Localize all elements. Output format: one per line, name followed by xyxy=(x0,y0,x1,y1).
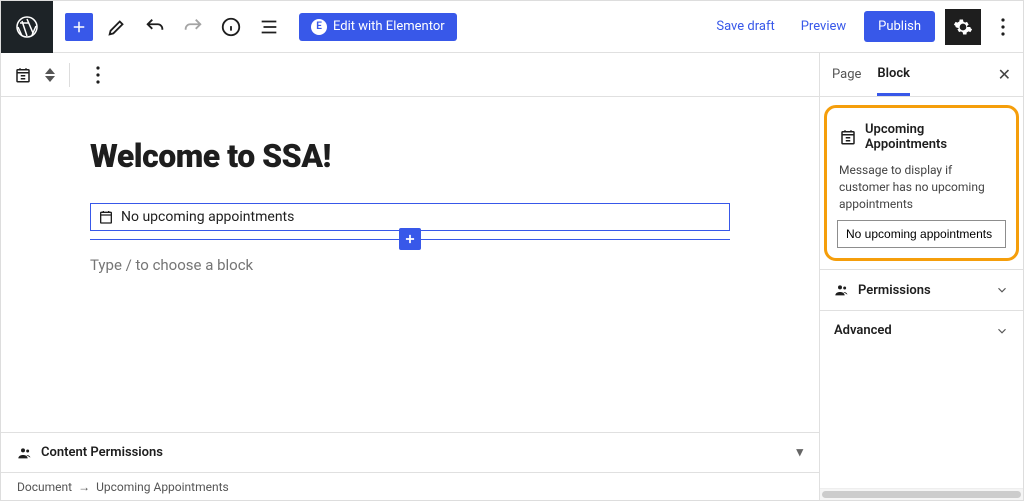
breadcrumb-leaf[interactable]: Upcoming Appointments xyxy=(96,480,229,494)
block-settings-title: Upcoming Appointments xyxy=(865,122,1004,152)
tab-block[interactable]: Block xyxy=(877,54,910,96)
block-settings-panel: Upcoming Appointments Message to display… xyxy=(824,105,1019,261)
field-label: Message to display if customer has no up… xyxy=(837,162,1006,220)
content-permissions-label: Content Permissions xyxy=(41,445,163,460)
preview-button[interactable]: Preview xyxy=(793,13,854,40)
block-options-button[interactable] xyxy=(84,61,112,89)
no-appointments-message-input[interactable] xyxy=(837,220,1006,248)
page-title[interactable]: Welcome to SSA! xyxy=(90,137,730,175)
redo-button[interactable] xyxy=(175,9,211,45)
content-permissions-panel[interactable]: Content Permissions ▾ xyxy=(1,432,819,472)
undo-button[interactable] xyxy=(137,9,173,45)
edit-with-elementor-button[interactable]: E Edit with Elementor xyxy=(299,13,457,41)
publish-button[interactable]: Publish xyxy=(864,11,935,42)
calendar-icon xyxy=(839,128,857,146)
breadcrumb: Document → Upcoming Appointments xyxy=(1,472,819,500)
breadcrumb-separator: → xyxy=(78,480,90,494)
people-icon xyxy=(834,282,850,298)
block-nav-arrows[interactable] xyxy=(45,68,55,82)
elementor-label: Edit with Elementor xyxy=(333,19,445,34)
wordpress-logo[interactable] xyxy=(1,1,53,53)
settings-button[interactable] xyxy=(945,9,981,45)
edit-mode-button[interactable] xyxy=(99,9,135,45)
block-type-icon[interactable] xyxy=(9,61,37,89)
block-placeholder[interactable]: Type / to choose a block xyxy=(90,252,730,278)
more-options-button[interactable] xyxy=(991,9,1015,45)
advanced-label: Advanced xyxy=(834,323,892,338)
chevron-down-icon xyxy=(995,283,1009,297)
block-message-text: No upcoming appointments xyxy=(121,209,294,225)
permissions-label: Permissions xyxy=(858,283,931,298)
add-block-button[interactable] xyxy=(65,13,93,41)
breadcrumb-root[interactable]: Document xyxy=(17,480,72,494)
people-icon xyxy=(17,445,33,461)
permissions-accordion[interactable]: Permissions xyxy=(820,270,1023,310)
info-button[interactable] xyxy=(213,9,249,45)
advanced-accordion[interactable]: Advanced xyxy=(820,311,1023,350)
insert-block-button[interactable] xyxy=(399,228,421,250)
elementor-icon: E xyxy=(311,19,327,35)
sidebar-scrollbar[interactable] xyxy=(820,488,1023,500)
save-draft-button[interactable]: Save draft xyxy=(708,13,782,40)
outline-button[interactable] xyxy=(251,9,287,45)
upcoming-appointments-block[interactable]: No upcoming appointments xyxy=(90,203,730,231)
tab-page[interactable]: Page xyxy=(832,55,861,94)
chevron-down-icon xyxy=(995,324,1009,338)
close-sidebar-button[interactable]: ✕ xyxy=(998,65,1011,84)
caret-down-icon: ▾ xyxy=(796,445,803,460)
calendar-icon xyxy=(97,208,115,226)
